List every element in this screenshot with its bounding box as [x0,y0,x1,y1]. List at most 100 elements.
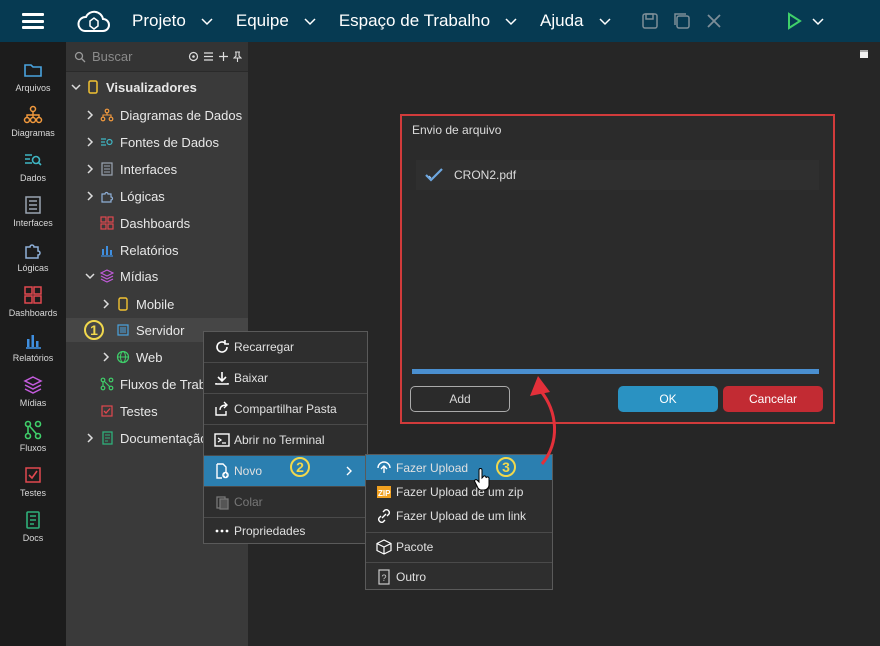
pin-icon[interactable] [233,51,242,62]
expand-all-icon[interactable] [203,51,214,62]
mobile-icon [88,80,98,94]
search-input[interactable]: Buscar [92,49,188,64]
tree-item-servidor[interactable]: Servidor [116,319,184,341]
file-list-item[interactable]: CRON2.pdf [416,160,819,190]
rail-testes[interactable]: Testes [0,465,66,510]
rail-label: Lógicas [17,263,49,273]
tree-item[interactable]: Lógicas [84,185,165,207]
left-rail: Arquivos Diagramas Dados Interfaces Lógi… [0,42,66,646]
submenu-pacote[interactable]: Pacote [366,533,552,561]
rail-label: Dados [19,173,46,183]
menu-item-novo[interactable]: Novo [204,456,367,486]
menu-equipe[interactable]: Equipe [236,0,317,42]
mobile-icon [118,297,128,311]
rail-arquivos[interactable]: Arquivos [0,60,66,105]
save-all-icon[interactable] [672,11,692,31]
diagram-icon [23,105,43,124]
ok-button[interactable]: OK [618,386,718,412]
terminal-icon [214,433,230,447]
docs-icon [26,511,40,529]
rail-dados[interactable]: Dados [0,150,66,195]
add-button[interactable]: Add [410,386,510,412]
chevron-right-icon [87,110,94,120]
rail-docs[interactable]: Docs [0,510,66,555]
tree-item[interactable]: Relatórios [100,239,179,261]
collapse-all-icon[interactable] [218,51,229,62]
run-icon[interactable] [784,11,804,31]
puzzle-icon [25,244,41,259]
share-icon [215,401,228,416]
rail-fluxos[interactable]: Fluxos [0,420,66,465]
run-options-chevron-icon[interactable] [808,11,828,31]
submenu-fazer-upload-zip[interactable]: ZIP Fazer Upload de um zip [366,480,552,504]
checkmark-icon [425,168,443,182]
chevron-right-icon [87,433,94,443]
new-file-icon [216,463,229,479]
chevron-right-icon [87,191,94,201]
menu-item-compartilhar-pasta[interactable]: Compartilhar Pasta [204,394,367,424]
dialog-title: Envio de arquivo [412,123,502,137]
mouse-cursor-icon [474,468,490,491]
docs-icon [102,431,113,445]
tree-item[interactable]: Testes [100,400,158,422]
maximize-icon[interactable] [860,50,868,58]
rail-midias[interactable]: Mídias [0,375,66,420]
unknown-file-icon: ? [378,568,390,585]
save-icon[interactable] [640,11,660,31]
flow-icon [100,377,114,391]
tree-item[interactable]: Interfaces [84,158,177,180]
menu-item-recarregar[interactable]: Recarregar [204,332,367,362]
rail-relatorios[interactable]: Relatórios [0,330,66,375]
chevron-right-icon [87,164,94,174]
close-icon[interactable] [704,11,724,31]
tree-search: Buscar [66,42,248,72]
hamburger-menu-icon[interactable] [0,0,66,42]
chevron-right-icon [103,352,110,362]
menu-item-propriedades[interactable]: Propriedades [204,518,367,544]
folder-icon [24,64,42,77]
rail-label: Dashboards [8,308,58,318]
test-icon [25,467,41,483]
tree-item-midias[interactable]: Mídias [84,265,158,287]
rail-label: Interfaces [13,218,53,228]
data-icon [25,154,42,166]
menu-ajuda[interactable]: Ajuda [540,0,611,42]
data-icon [101,138,113,146]
download-icon [215,372,229,385]
new-submenu: Fazer Upload ZIP Fazer Upload de um zip … [365,454,553,590]
globe-icon [116,350,130,364]
menu-item-baixar[interactable]: Baixar [204,363,367,393]
file-name: CRON2.pdf [454,168,517,182]
rail-dashboards[interactable]: Dashboards [0,285,66,330]
search-icon [74,51,86,62]
submenu-outro[interactable]: ? Outro [366,563,552,590]
tree-item[interactable]: Documentação [84,427,207,449]
rail-logicas[interactable]: Lógicas [0,240,66,285]
dashboard-icon [24,286,42,304]
context-menu: Recarregar Baixar Compartilhar Pasta Abr… [203,331,368,544]
submenu-fazer-upload-link[interactable]: Fazer Upload de um link [366,504,552,528]
rail-label: Fluxos [19,443,47,453]
cancel-button[interactable]: Cancelar [723,386,823,412]
step-badge-1: 1 [84,320,104,340]
tree-item-web[interactable]: Web [100,346,163,368]
upload-progress-bar [412,369,819,374]
report-icon [26,335,41,349]
tree-item[interactable]: Dashboards [100,212,190,234]
tree-root-visualizadores[interactable]: Visualizadores [70,76,197,98]
rail-diagramas[interactable]: Diagramas [0,105,66,150]
rail-label: Testes [19,488,46,498]
tree-item-mobile[interactable]: Mobile [100,293,174,315]
app-logo-icon [74,0,114,42]
interface-icon [101,162,113,176]
menu-item-abrir-terminal[interactable]: Abrir no Terminal [204,425,367,455]
reload-icon [216,340,229,353]
tree-item[interactable]: Diagramas de Dados [84,104,242,126]
chevron-right-icon [103,299,110,309]
tree-item[interactable]: Fontes de Dados [84,131,219,153]
rail-interfaces[interactable]: Interfaces [0,195,66,240]
rail-label: Diagramas [11,128,55,138]
menu-projeto[interactable]: Projeto [132,0,214,42]
locate-icon[interactable] [188,51,199,62]
menu-espaco-de-trabalho[interactable]: Espaço de Trabalho [339,0,518,42]
